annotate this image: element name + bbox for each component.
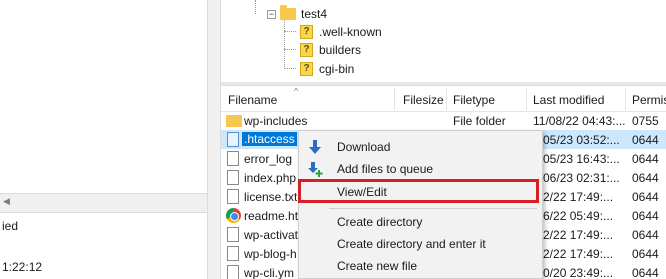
file-icon <box>227 151 239 166</box>
menu-item-download[interactable]: Download <box>299 136 542 158</box>
folder-icon <box>226 115 242 127</box>
file-icon <box>227 189 239 204</box>
column-header-filetype[interactable]: Filetype <box>453 93 495 107</box>
file-permissions: 0644 <box>632 152 659 166</box>
tree-connector-line <box>284 49 296 50</box>
file-permissions: 0644 <box>632 133 659 147</box>
menu-item-label: Create directory and enter it <box>337 237 486 251</box>
column-header-filename[interactable]: Filename <box>228 93 277 107</box>
file-permissions: 0644 <box>632 190 659 204</box>
menu-item-create-directory[interactable]: Create directory <box>299 211 542 233</box>
file-modified: /02/22 17:49:... <box>533 228 614 242</box>
file-name: readme.ht <box>244 209 299 223</box>
chrome-icon <box>226 208 241 223</box>
file-name: wp-blog-h <box>244 247 297 261</box>
vertical-splitter[interactable] <box>207 0 221 279</box>
file-icon <box>227 132 239 147</box>
file-modified: 2/06/23 02:31:... <box>533 171 620 185</box>
column-header-last-modified[interactable]: Last modified <box>533 93 604 107</box>
file-list-header: ^ Filename Filesize Filetype Last modifi… <box>221 86 666 112</box>
menu-item-label: Add files to queue <box>337 162 434 176</box>
column-header-permissions[interactable]: Permis <box>632 93 666 107</box>
file-icon <box>227 170 239 185</box>
column-divider[interactable] <box>625 88 626 110</box>
file-permissions: 0755 <box>632 114 659 128</box>
tree-connector-line <box>284 19 285 69</box>
menu-item-create-directory-enter[interactable]: Create directory and enter it <box>299 233 542 255</box>
remote-tree-pane[interactable]: − test4 ? .well-known ? builders ? cgi-b… <box>221 0 666 82</box>
menu-separator <box>329 208 537 209</box>
tree-connector-line <box>284 31 296 32</box>
file-icon <box>227 265 239 279</box>
file-name: .htaccess <box>242 132 297 146</box>
file-permissions: 0644 <box>632 266 659 279</box>
file-name: wp-activat <box>244 228 299 242</box>
file-name: index.php <box>244 171 297 185</box>
file-modified: 4/05/23 16:43:... <box>533 152 620 166</box>
file-icon <box>227 246 239 261</box>
file-modified: 4/05/23 03:52:... <box>533 133 620 147</box>
tree-item-label: test4 <box>301 7 328 21</box>
local-tree-pane[interactable]: ◀ <box>0 0 207 207</box>
context-menu: Download Add files to queue View/Edit Cr… <box>298 130 543 279</box>
file-name: license.txt <box>244 190 298 204</box>
tree-item-label: builders <box>319 43 362 57</box>
tree-item-test4[interactable]: − test4 <box>267 5 327 23</box>
file-name: wp-cli.ym <box>244 266 294 279</box>
menu-item-create-new-file[interactable]: Create new file <box>299 255 542 277</box>
collapse-toggle-icon[interactable]: − <box>267 9 276 19</box>
download-arrow-icon <box>309 140 321 154</box>
local-tree-hscrollbar[interactable]: ◀ <box>0 193 207 207</box>
menu-item-label: Create directory <box>337 215 423 229</box>
column-header-filesize[interactable]: Filesize <box>403 93 444 107</box>
column-divider[interactable] <box>526 88 527 110</box>
file-name: error_log <box>244 152 293 166</box>
scroll-left-arrow-icon[interactable]: ◀ <box>3 196 10 207</box>
local-file-list-pane[interactable]: ied 1:22:12 <box>0 212 207 279</box>
file-permissions: 0644 <box>632 209 659 223</box>
tree-connector-line <box>284 68 296 69</box>
local-list-partial-text: ied <box>2 219 19 233</box>
file-name-wrapper: .htaccess <box>242 132 297 146</box>
tree-connector-line <box>255 0 256 14</box>
add-to-queue-icon <box>308 162 323 177</box>
unknown-folder-icon: ? <box>300 43 313 57</box>
file-name: wp-includes <box>244 114 308 128</box>
tree-item-builders[interactable]: ? builders <box>300 41 361 59</box>
file-icon <box>227 227 239 242</box>
tree-item-well-known[interactable]: ? .well-known <box>300 23 382 41</box>
file-modified: /16/22 05:49:... <box>533 209 614 223</box>
tree-item-label: cgi-bin <box>319 62 355 76</box>
tree-item-cgi-bin[interactable]: ? cgi-bin <box>300 60 354 78</box>
unknown-folder-icon: ? <box>300 62 313 76</box>
sort-ascending-icon: ^ <box>294 86 299 96</box>
file-permissions: 0644 <box>632 171 659 185</box>
file-modified: /02/22 17:49:... <box>533 190 614 204</box>
unknown-folder-icon: ? <box>300 25 313 39</box>
local-list-partial-time: 1:22:12 <box>2 260 43 274</box>
column-divider[interactable] <box>394 88 395 110</box>
folder-icon <box>280 5 296 20</box>
file-modified: /02/22 17:49:... <box>533 247 614 261</box>
menu-item-label: Download <box>337 140 391 154</box>
filezilla-window: ◀ ied 1:22:12 − test4 ? .well-known ? bu… <box>0 0 666 279</box>
view-edit-highlight-annotation <box>298 179 539 203</box>
file-modified: 11/08/22 04:43:... <box>533 114 626 128</box>
menu-item-add-to-queue[interactable]: Add files to queue <box>299 158 542 180</box>
file-permissions: 0644 <box>632 228 659 242</box>
column-divider[interactable] <box>446 88 447 110</box>
file-modified: /30/20 23:49:... <box>533 266 614 279</box>
file-row-wp-includes[interactable]: wp-includes File folder 11/08/22 04:43:.… <box>221 111 666 130</box>
tree-item-label: .well-known <box>319 25 382 39</box>
file-type: File folder <box>453 114 506 128</box>
file-permissions: 0644 <box>632 247 659 261</box>
menu-item-label: Create new file <box>337 259 418 273</box>
